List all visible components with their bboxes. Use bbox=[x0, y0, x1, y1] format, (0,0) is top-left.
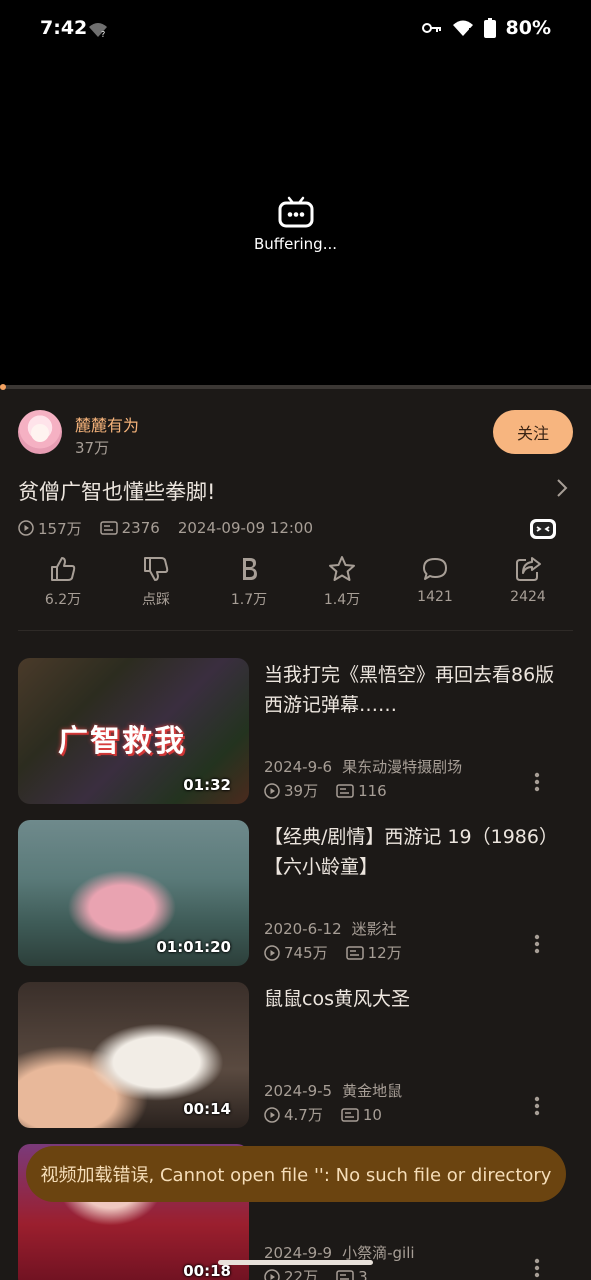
video-duration: 00:14 bbox=[183, 1100, 231, 1118]
svg-text:?: ? bbox=[101, 30, 105, 38]
more-vertical-icon[interactable] bbox=[534, 772, 540, 792]
video-thumbnail[interactable]: 广智救我 01:32 bbox=[18, 658, 249, 804]
dislike-button[interactable]: 点踩 bbox=[111, 555, 201, 615]
dislike-icon bbox=[144, 557, 169, 581]
play-circle-icon bbox=[264, 944, 280, 961]
related-video-title[interactable]: 【经典/剧情】西游记 19（1986）【六小龄童】 bbox=[264, 822, 564, 882]
coin-button[interactable]: 1.7万 bbox=[204, 555, 294, 615]
play-circle-icon bbox=[18, 520, 34, 536]
danmaku-icon bbox=[99, 521, 118, 535]
related-video-card[interactable]: 00:14 鼠鼠cos黄风大圣 2024-9-5 黄金地鼠 4.7万 10 bbox=[18, 982, 573, 1128]
video-thumbnail[interactable]: 00:14 bbox=[18, 982, 249, 1128]
status-time: 7:42 bbox=[40, 17, 88, 39]
vpn-key-icon bbox=[421, 23, 441, 33]
danmaku-icon bbox=[341, 1107, 359, 1122]
play-circle-icon bbox=[264, 782, 280, 799]
related-video-stats: 4.7万 10 bbox=[264, 1104, 382, 1125]
video-player[interactable]: 7:42 ? 80% Buffering... bbox=[0, 0, 591, 388]
chevron-right-icon[interactable] bbox=[552, 478, 572, 498]
uploader-name[interactable]: 麓麓有为 bbox=[75, 412, 139, 436]
danmaku-icon bbox=[345, 945, 364, 960]
more-vertical-icon[interactable] bbox=[534, 1258, 540, 1278]
like-button[interactable]: 6.2万 bbox=[18, 555, 108, 615]
related-video-title[interactable]: 鼠鼠cos黄风大圣 bbox=[264, 984, 564, 1014]
play-circle-icon bbox=[264, 1106, 280, 1123]
bilibili-face-icon[interactable] bbox=[528, 516, 558, 542]
danmaku-count: 2376 bbox=[99, 519, 160, 537]
status-bar: 7:42 ? 80% bbox=[0, 0, 591, 60]
coin-icon bbox=[243, 558, 257, 580]
related-video-title[interactable]: 当我打完《黑悟空》再回去看86版西游记弹幕…… bbox=[264, 660, 564, 720]
comment-button[interactable]: 1421 bbox=[390, 555, 480, 615]
related-video-card[interactable]: 广智救我 01:32 当我打完《黑悟空》再回去看86版西游记弹幕…… 2024-… bbox=[18, 658, 573, 804]
related-video-stats: 745万 12万 bbox=[264, 942, 402, 963]
share-button[interactable]: 2424 bbox=[483, 555, 573, 615]
comment-icon bbox=[423, 558, 447, 580]
play-circle-icon bbox=[264, 1268, 280, 1280]
buffering-text: Buffering... bbox=[253, 235, 338, 253]
video-title[interactable]: 贫僧广智也懂些拳脚! bbox=[18, 476, 215, 506]
battery-level: 80% bbox=[505, 17, 551, 39]
avatar[interactable] bbox=[18, 410, 62, 454]
danmaku-icon bbox=[336, 1269, 354, 1280]
error-toast: 视频加载错误, Cannot open file '': No such fil… bbox=[26, 1146, 566, 1202]
more-vertical-icon[interactable] bbox=[534, 934, 540, 954]
video-thumbnail[interactable]: 01:01:20 bbox=[18, 820, 249, 966]
related-video-info: 2024-9-5 黄金地鼠 bbox=[264, 1082, 403, 1100]
related-video-card[interactable]: 01:01:20 【经典/剧情】西游记 19（1986）【六小龄童】 2020-… bbox=[18, 820, 573, 966]
uploader-row: 麓麓有为 37万 关注 bbox=[18, 410, 573, 460]
favorite-button[interactable]: 1.4万 bbox=[297, 555, 387, 615]
related-video-stats: 39万 116 bbox=[264, 780, 387, 801]
progress-handle[interactable] bbox=[0, 384, 6, 390]
star-icon bbox=[329, 556, 355, 581]
video-duration: 01:01:20 bbox=[156, 938, 231, 956]
publish-date: 2024-09-09 12:00 bbox=[177, 519, 313, 537]
video-meta: 157万 2376 2024-09-09 12:00 bbox=[18, 518, 313, 538]
wifi-alert-icon bbox=[452, 20, 473, 36]
battery-icon bbox=[483, 18, 496, 38]
like-icon bbox=[51, 557, 76, 581]
related-video-info: 2024-9-6 果东动漫特摄剧场 bbox=[264, 758, 463, 776]
related-video-stats: 22万 3 bbox=[264, 1266, 368, 1280]
follow-button[interactable]: 关注 bbox=[493, 410, 573, 454]
more-vertical-icon[interactable] bbox=[534, 1096, 540, 1116]
share-icon bbox=[516, 557, 541, 581]
uploader-fans: 37万 bbox=[75, 439, 110, 457]
wifi-unknown-icon: ? bbox=[89, 23, 107, 38]
bilibili-tv-icon bbox=[278, 196, 313, 228]
view-count: 157万 bbox=[18, 518, 82, 539]
video-duration: 01:32 bbox=[183, 776, 231, 794]
related-video-info: 2020-6-12 迷影社 bbox=[264, 920, 397, 938]
thumbnail-caption: 广智救我 bbox=[58, 724, 186, 759]
progress-track[interactable] bbox=[0, 385, 591, 389]
status-right: 80% bbox=[421, 17, 551, 39]
action-bar: 6.2万 点踩 1.7万 1.4万 1421 2424 bbox=[18, 555, 573, 615]
buffering-indicator: Buffering... bbox=[0, 196, 591, 253]
home-indicator[interactable] bbox=[218, 1260, 373, 1265]
divider bbox=[18, 630, 573, 631]
danmaku-icon bbox=[336, 783, 354, 798]
